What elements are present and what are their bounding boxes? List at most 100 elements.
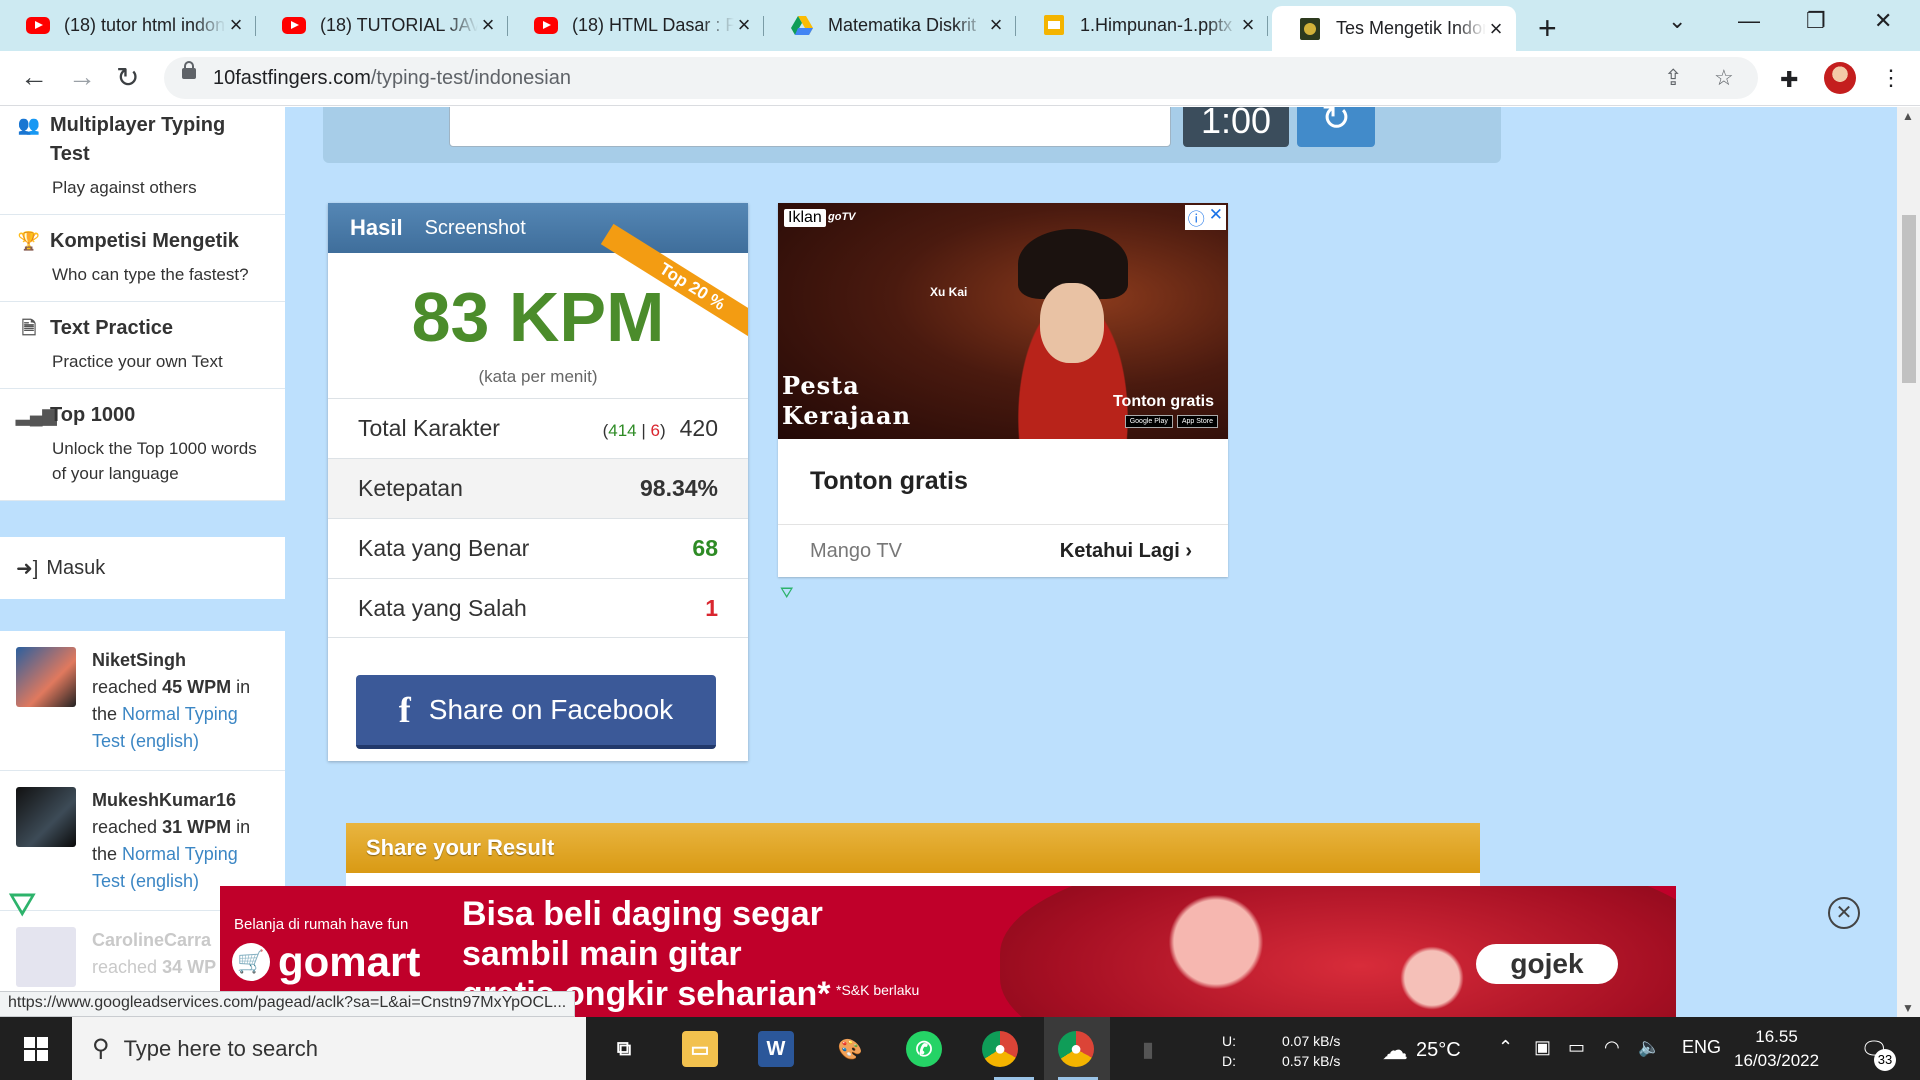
- ad-watch-text: Tonton gratis: [1112, 393, 1214, 410]
- share-icon[interactable]: ⇪: [1664, 65, 1682, 91]
- reload-test-button[interactable]: ↻: [1297, 107, 1375, 147]
- correct-words-value: 68: [692, 535, 718, 561]
- reload-page-icon[interactable]: ↻: [116, 61, 139, 94]
- close-tab-icon[interactable]: ×: [986, 12, 1006, 38]
- youtube-icon: [26, 16, 50, 34]
- url-text[interactable]: 10fastfingers.com/typing-test/indonesian: [213, 67, 571, 90]
- close-window-icon[interactable]: ✕: [1874, 8, 1892, 34]
- close-tab-icon[interactable]: ×: [1486, 16, 1506, 42]
- avatar[interactable]: [16, 787, 76, 847]
- signal-bars-icon: ▂▄▆: [16, 405, 57, 425]
- sidebar-item-sub: Unlock the Top 1000 words of your langua…: [52, 439, 257, 483]
- browser-tab[interactable]: 1.Himpunan-1.pptx ×: [1016, 6, 1268, 44]
- extensions-icon[interactable]: ✚: [1780, 67, 1798, 93]
- page-scrollbar[interactable]: ▲ ▼: [1897, 107, 1920, 1017]
- sidebar-item-multiplayer[interactable]: 👥 Multiplayer Typing Test Play against o…: [0, 107, 285, 215]
- sidebar-item-text-practice[interactable]: 🗎 Text Practice Practice your own Text: [0, 302, 285, 389]
- ad-cta-button[interactable]: Ketahui Lagi ›: [1060, 540, 1192, 563]
- characters-value: (414 | 6) 420: [602, 415, 718, 441]
- feed-username[interactable]: MukeshKumar16: [92, 790, 236, 810]
- users-icon: 👥: [17, 115, 41, 135]
- tab-screenshot[interactable]: Screenshot: [425, 217, 526, 240]
- sidebar-item-sub: Practice your own Text: [52, 352, 223, 371]
- profile-avatar[interactable]: [1824, 62, 1856, 94]
- bookmark-star-icon[interactable]: ☆: [1714, 65, 1734, 91]
- volume-icon[interactable]: 🔈: [1638, 1037, 1660, 1058]
- back-icon[interactable]: ←: [20, 61, 48, 93]
- whatsapp-icon[interactable]: ✆: [906, 1031, 942, 1067]
- paint-icon[interactable]: 🎨: [832, 1031, 868, 1067]
- browser-tab[interactable]: (18) HTML Dasar : Pengenalan ×: [508, 6, 764, 44]
- feed-username[interactable]: NiketSingh: [92, 650, 186, 670]
- weather-widget[interactable]: ☁ 25°C: [1382, 1035, 1461, 1066]
- file-explorer-icon[interactable]: ▭: [682, 1031, 718, 1067]
- task-view-icon[interactable]: ⧉: [606, 1031, 642, 1067]
- close-tab-icon[interactable]: ×: [226, 12, 246, 38]
- share-facebook-button[interactable]: f Share on Facebook: [356, 675, 716, 749]
- ad-card[interactable]: Iklan goTV ⓘ ✕ Xu Kai Pesta Kerajaan Tonto…: [778, 203, 1228, 577]
- word-icon[interactable]: W: [758, 1031, 794, 1067]
- feed-username[interactable]: CarolineCarra: [92, 930, 211, 950]
- ad-headline-line: Bisa beli daging segar: [462, 895, 823, 933]
- share-result-header: Share your Result: [346, 823, 1480, 873]
- language-indicator[interactable]: ENG: [1682, 1037, 1721, 1058]
- youtube-icon: [282, 16, 306, 34]
- windows-start-icon[interactable]: [24, 1037, 48, 1061]
- close-tab-icon[interactable]: ×: [1238, 12, 1258, 38]
- tab-search-icon[interactable]: ⌄: [1668, 8, 1686, 34]
- close-tab-icon[interactable]: ×: [478, 12, 498, 38]
- clock[interactable]: 16.55 16/03/2022: [1734, 1025, 1819, 1073]
- timer: 1:00: [1183, 107, 1289, 147]
- address-bar[interactable]: 10fastfingers.com/typing-test/indonesian…: [164, 57, 1758, 99]
- taskbar: ⚲ Type here to search ⧉ ▭ W 🎨 ✆ ● ● ▮ U:…: [0, 1017, 1920, 1080]
- browser-tab[interactable]: (18) TUTORIAL JAVASCRIPT ×: [256, 6, 508, 44]
- browser-tab-active[interactable]: Tes Mengetik Indonesian ×: [1272, 6, 1516, 51]
- result-card: Hasil Screenshot Top 20 % 83 KPM (kata p…: [328, 203, 748, 761]
- sidebar-item-top-1000[interactable]: ▂▄▆ Top 1000 Unlock the Top 1000 words o…: [0, 389, 285, 501]
- avatar[interactable]: [16, 927, 76, 987]
- new-tab-button[interactable]: +: [1538, 10, 1557, 47]
- browser-tab[interactable]: (18) tutor html indonesia ×: [0, 6, 256, 44]
- forward-icon[interactable]: →: [68, 61, 96, 93]
- typing-input[interactable]: [449, 107, 1171, 147]
- time: 16.55: [1755, 1027, 1798, 1046]
- chevron-up-icon[interactable]: ⌃: [1498, 1037, 1513, 1058]
- network-speed: 0.07 kB/s 0.57 kB/s: [1282, 1031, 1340, 1071]
- meet-now-icon[interactable]: ▣: [1534, 1037, 1551, 1058]
- ad-title[interactable]: Tonton gratis: [778, 439, 1228, 524]
- taskbar-search[interactable]: ⚲ Type here to search: [72, 1017, 586, 1080]
- row-label: Kata yang Benar: [358, 535, 530, 561]
- battery-icon[interactable]: ▭: [1568, 1037, 1585, 1058]
- minimize-icon[interactable]: —: [1738, 8, 1760, 34]
- ad-figure-face: [1040, 283, 1104, 363]
- login-link[interactable]: ➜] Masuk: [0, 537, 285, 599]
- sidebar-item-label: Text Practice: [50, 317, 174, 339]
- chrome-profile-icon[interactable]: ●: [1058, 1031, 1094, 1067]
- sidebar-item-competition[interactable]: 🏆 Kompetisi Mengetik Who can type the fa…: [0, 215, 285, 302]
- tab-result[interactable]: Hasil: [350, 215, 403, 241]
- share-facebook-label: Share on Facebook: [428, 694, 674, 725]
- ad-choices[interactable]: ⓘ ✕: [1184, 205, 1226, 230]
- row-accuracy: Ketepatan 98.34%: [328, 458, 748, 518]
- menu-kebab-icon[interactable]: ⋮: [1880, 65, 1902, 91]
- browser-tab[interactable]: Matematika Diskrit ×: [764, 6, 1016, 44]
- search-icon: ⚲: [92, 1035, 110, 1062]
- scroll-down-icon[interactable]: ▼: [1902, 1001, 1914, 1015]
- ad-image[interactable]: Iklan goTV ⓘ ✕ Xu Kai Pesta Kerajaan Tonto…: [778, 203, 1228, 439]
- close-tab-icon[interactable]: ×: [734, 12, 754, 38]
- scroll-thumb[interactable]: [1902, 215, 1916, 383]
- ad-info-icon[interactable]: ⓘ: [1188, 205, 1205, 230]
- tab-title: (18) TUTORIAL JAVASCRIPT: [320, 14, 478, 35]
- net-down-label: D:: [1222, 1053, 1236, 1069]
- scroll-up-icon[interactable]: ▲: [1902, 109, 1914, 123]
- avatar[interactable]: [16, 647, 76, 707]
- wifi-icon[interactable]: ◠: [1604, 1037, 1620, 1058]
- tab-title: (18) HTML Dasar : Pengenalan: [572, 14, 734, 35]
- chrome-icon[interactable]: ●: [982, 1031, 1018, 1067]
- ad-close-icon[interactable]: ✕: [1209, 205, 1223, 230]
- feed-wpm: 45 WPM: [162, 677, 232, 697]
- close-ad-icon[interactable]: ✕: [1828, 897, 1860, 929]
- app-icon[interactable]: ▮: [1130, 1031, 1166, 1067]
- chars-wrong: 6: [650, 421, 660, 440]
- restore-icon[interactable]: ❐: [1806, 8, 1826, 34]
